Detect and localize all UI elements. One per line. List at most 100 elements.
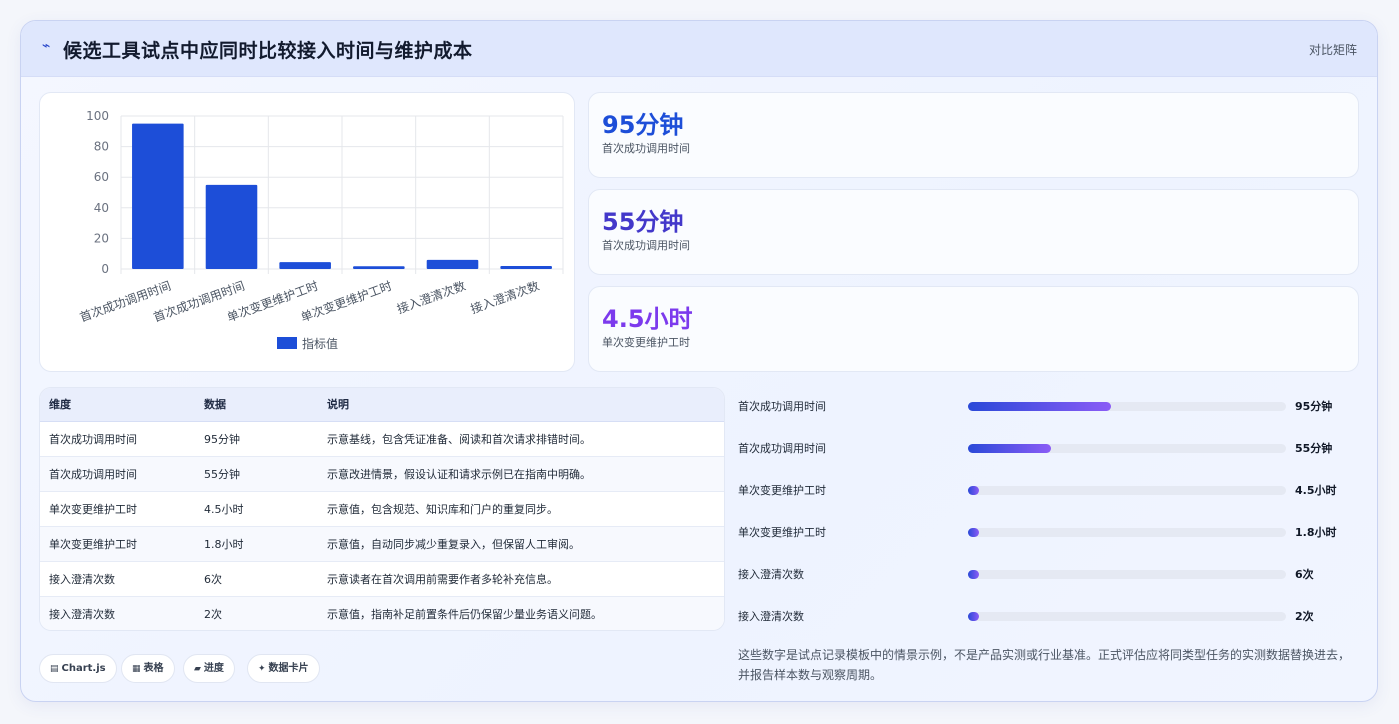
tag-data-card[interactable]: ✦ 数据卡片	[247, 654, 320, 683]
column-header: 数据	[204, 388, 327, 422]
progress-fill	[968, 444, 1051, 453]
table-cell: 首次成功调用时间	[40, 421, 204, 457]
footnote: 这些数字是试点记录模板中的情景示例，不是产品实测或行业基准。正式评估应将同类型任…	[738, 648, 1351, 682]
chart-panel: 0 20 40 60 80 100 首次成功调用时间 首次成功调用时间 单次变更维护工时 单次变更…	[39, 92, 575, 372]
progress-fill	[968, 570, 979, 579]
progress-label: 接入澄清次数	[738, 610, 804, 623]
table-row: 首次成功调用时间 55分钟 示意改进情景，假设认证和请求示例已在指南中明确。	[40, 456, 724, 492]
progress-track	[968, 486, 1286, 495]
stat-label: 首次成功调用时间	[602, 142, 690, 155]
table-header-row: 维度 数据 说明	[40, 388, 724, 422]
progress-row: 接入澄清次数 2次	[738, 606, 1358, 626]
table-row: 接入澄清次数 2次 示意值，指南补足前置条件后仍保留少量业务语义问题。	[40, 596, 724, 630]
column-header: 说明	[327, 388, 724, 422]
tag-progress[interactable]: ▰ 进度	[183, 654, 235, 683]
progress-label: 接入澄清次数	[738, 568, 804, 581]
table-cell: 示意读者在首次调用前需要作者多轮补充信息。	[327, 561, 724, 597]
table-icon: ▦	[132, 664, 141, 674]
progress-row: 单次变更维护工时 4.5小时	[738, 480, 1358, 500]
table-cell: 单次变更维护工时	[40, 491, 204, 527]
legend-label: 指标值	[302, 336, 338, 351]
table-row: 单次变更维护工时 1.8小时 示意值，自动同步减少重复录入，但保留人工审阅。	[40, 526, 724, 562]
bar	[500, 265, 552, 269]
stat-label: 首次成功调用时间	[602, 239, 690, 252]
table-cell: 4.5小时	[204, 491, 327, 527]
tag-label: 表格	[143, 663, 164, 674]
tag-table[interactable]: ▦ 表格	[121, 654, 175, 683]
progress-value: 1.8小时	[1295, 526, 1337, 539]
progress-value: 4.5小时	[1295, 484, 1337, 497]
progress-icon: ▰	[194, 664, 201, 674]
chart-icon: ▤	[50, 664, 59, 674]
progress-label: 首次成功调用时间	[738, 442, 826, 455]
progress-track	[968, 444, 1286, 453]
stat-value: 4.5小时	[602, 305, 693, 333]
bar-chart: 020406080100首次成功调用时间首次成功调用时间单次变更维护工时单次变更…	[78, 109, 564, 351]
table-cell: 2次	[204, 596, 327, 630]
progress-track	[968, 402, 1286, 411]
data-table: 维度 数据 说明 首次成功调用时间 95分钟 示意基线，包含凭证准备、阅读和首次…	[40, 388, 724, 630]
progress-row: 首次成功调用时间 55分钟	[738, 438, 1358, 458]
y-tick-label: 40	[94, 201, 109, 215]
table-row: 单次变更维护工时 4.5小时 示意值，包含规范、知识库和门户的重复同步。	[40, 491, 724, 527]
table-cell: 示意基线，包含凭证准备、阅读和首次请求排错时间。	[327, 421, 724, 457]
progress-label: 首次成功调用时间	[738, 400, 826, 413]
progress-value: 6次	[1295, 568, 1314, 581]
progress-value: 2次	[1295, 610, 1314, 623]
y-tick-label: 80	[94, 140, 109, 154]
progress-value: 55分钟	[1295, 442, 1333, 455]
y-tick-label: 0	[101, 262, 109, 276]
table-cell: 单次变更维护工时	[40, 526, 204, 562]
trend-line-icon: ⌁	[42, 38, 51, 54]
y-tick-label: 100	[86, 109, 109, 123]
card-title: 候选工具试点中应同时比较接入时间与维护成本	[63, 40, 473, 62]
comparison-matrix-link[interactable]: 对比矩阵	[1309, 41, 1357, 58]
progress-fill	[968, 486, 979, 495]
bar	[132, 123, 184, 270]
progress-track	[968, 528, 1286, 537]
table-row: 接入澄清次数 6次 示意读者在首次调用前需要作者多轮补充信息。	[40, 561, 724, 597]
table-cell: 接入澄清次数	[40, 596, 204, 630]
x-tick-label: 接入澄清次数	[468, 278, 541, 317]
table-cell: 55分钟	[204, 456, 327, 492]
progress-row: 接入澄清次数 6次	[738, 564, 1358, 584]
table-row: 首次成功调用时间 95分钟 示意基线，包含凭证准备、阅读和首次请求排错时间。	[40, 421, 724, 457]
table-cell: 接入澄清次数	[40, 561, 204, 597]
progress-label: 单次变更维护工时	[738, 484, 826, 497]
bar	[426, 259, 479, 269]
tag-label: 进度	[203, 663, 224, 674]
bar	[279, 262, 331, 269]
stat-card-3: 4.5小时 单次变更维护工时	[588, 286, 1359, 372]
progress-fill	[968, 402, 1112, 411]
column-header: 维度	[40, 388, 204, 422]
stat-card-1: 95分钟 首次成功调用时间	[588, 92, 1359, 178]
card-icon: ✦	[258, 664, 266, 674]
table-cell: 首次成功调用时间	[40, 456, 204, 492]
progress-track	[968, 612, 1286, 621]
progress-track	[968, 570, 1286, 579]
x-tick-label: 接入澄清次数	[395, 278, 468, 317]
table-cell: 示意值，自动同步减少重复录入，但保留人工审阅。	[327, 526, 724, 562]
table-cell: 95分钟	[204, 421, 327, 457]
tag-label: Chart.js	[61, 663, 106, 674]
stat-label: 单次变更维护工时	[602, 336, 690, 349]
table-cell: 示意值，指南补足前置条件后仍保留少量业务语义问题。	[327, 596, 724, 630]
data-table-panel: 维度 数据 说明 首次成功调用时间 95分钟 示意基线，包含凭证准备、阅读和首次…	[39, 387, 725, 631]
progress-fill	[968, 528, 979, 537]
progress-row: 首次成功调用时间 95分钟	[738, 396, 1358, 416]
card-header: ⌁ 候选工具试点中应同时比较接入时间与维护成本 对比矩阵	[21, 21, 1377, 77]
table-cell: 6次	[204, 561, 327, 597]
bar	[205, 184, 258, 269]
table-cell: 示意值，包含规范、知识库和门户的重复同步。	[327, 491, 724, 527]
stat-card-2: 55分钟 首次成功调用时间	[588, 189, 1359, 275]
stat-value: 55分钟	[602, 208, 684, 236]
stat-value: 95分钟	[602, 111, 684, 139]
table-cell: 1.8小时	[204, 526, 327, 562]
y-tick-label: 20	[94, 231, 109, 245]
progress-fill	[968, 612, 979, 621]
tag-chartjs[interactable]: ▤ Chart.js	[39, 654, 117, 683]
table-cell: 示意改进情景，假设认证和请求示例已在指南中明确。	[327, 456, 724, 492]
bar	[353, 266, 405, 269]
progress-label: 单次变更维护工时	[738, 526, 826, 539]
progress-value: 95分钟	[1295, 400, 1333, 413]
